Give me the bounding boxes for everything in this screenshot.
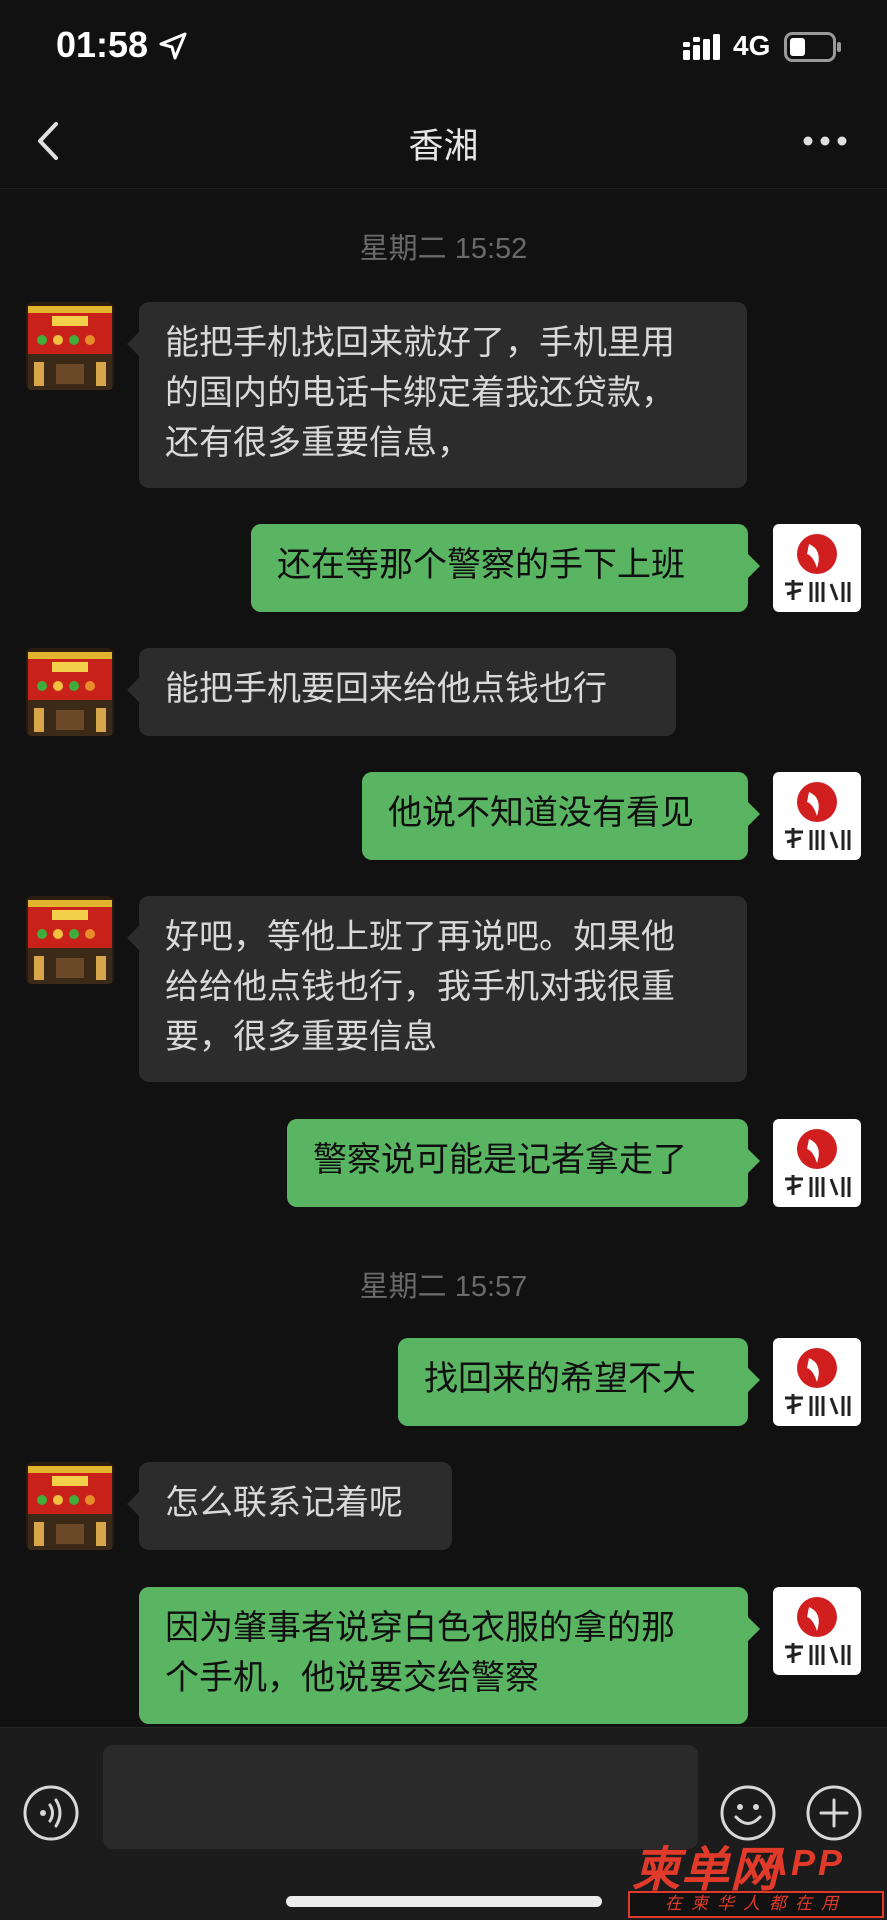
signal-icon [683,34,720,60]
message-text-line: 怎么联系记着呢 [165,1483,403,1523]
message-text-line: 找回来的希望不大 [424,1359,696,1399]
message-bubble-incoming[interactable]: 怎么联系记着呢 [127,1462,452,1550]
message-bubble-incoming[interactable]: 能把手机要回来给他点钱也行 [127,648,676,736]
status-bar: 01:58 4G [0,0,887,96]
watermark-slogan: 在柬华人都在用 [628,1891,884,1918]
message-bubble-outgoing[interactable]: 找回来的希望不大 [398,1338,760,1426]
message-input[interactable] [103,1745,698,1849]
user-avatar[interactable] [773,1587,861,1675]
battery-icon [784,32,841,62]
message-timestamp: 星期二 15:57 [359,1271,528,1303]
home-indicator [286,1896,602,1907]
message-text-line: 好吧，等他上班了再说吧。如果他 [165,917,675,957]
chat-title: 香湘 [408,127,479,167]
user-avatar[interactable] [773,524,861,612]
more-dots-icon[interactable] [800,132,850,150]
message-text-line: 的国内的电话卡绑定着我还贷款， [165,373,675,413]
message-bubble-outgoing[interactable]: 因为肇事者说穿白色衣服的拿的那 个手机，他说要交给警察 [139,1587,760,1724]
status-time: 01:58 [56,24,149,65]
message-text-line: 因为肇事者说穿白色衣服的拿的那 [165,1608,675,1648]
message-bubble-outgoing[interactable]: 警察说可能是记者拿走了 [287,1119,760,1207]
watermark-app: APP [762,1842,846,1883]
message-bubble-incoming[interactable]: 好吧，等他上班了再说吧。如果他 给给他点钱也行，我手机对我很重 要，很多重要信息 [127,896,747,1082]
user-avatar[interactable] [773,1119,861,1207]
contact-avatar[interactable] [26,648,114,736]
user-avatar[interactable] [773,772,861,860]
message-text-line: 还有很多重要信息， [165,423,471,463]
contact-avatar[interactable] [26,896,114,984]
message-bubble-outgoing[interactable]: 还在等那个警察的手下上班 [251,524,760,612]
message-text-line: 给给他点钱也行，我手机对我很重 [165,967,675,1007]
contact-avatar[interactable] [26,302,114,390]
message-bubble-outgoing[interactable]: 他说不知道没有看见 [362,772,760,860]
watermark-brand: 柬单网 [632,1842,780,1898]
message-text-line: 要，很多重要信息 [165,1017,437,1057]
message-text-line: 他说不知道没有看见 [388,793,694,833]
message-text-line: 警察说可能是记者拿走了 [313,1140,687,1180]
message-text-line: 能把手机找回来就好了，手机里用 [165,323,675,363]
chat-screen: 01:58 4G 香湘 星期二 15:52 能把手机找回来就好了，手机里用 的国… [0,0,887,1920]
contact-avatar[interactable] [26,1462,114,1550]
message-text-line: 个手机，他说要交给警察 [165,1658,539,1698]
message-text-line: 能把手机要回来给他点钱也行 [165,669,607,709]
location-arrow-icon [159,32,187,60]
message-timestamp: 星期二 15:52 [359,233,528,265]
user-avatar[interactable] [773,1338,861,1426]
network-type: 4G [733,30,771,61]
message-text-line: 还在等那个警察的手下上班 [277,545,685,585]
watermark: 柬单网 APP 在柬华人都在用 [628,1830,887,1920]
message-bubble-incoming[interactable]: 能把手机找回来就好了，手机里用 的国内的电话卡绑定着我还贷款， 还有很多重要信息… [127,302,747,488]
nav-bar: 香湘 [0,96,887,189]
voice-icon[interactable] [22,1784,80,1842]
